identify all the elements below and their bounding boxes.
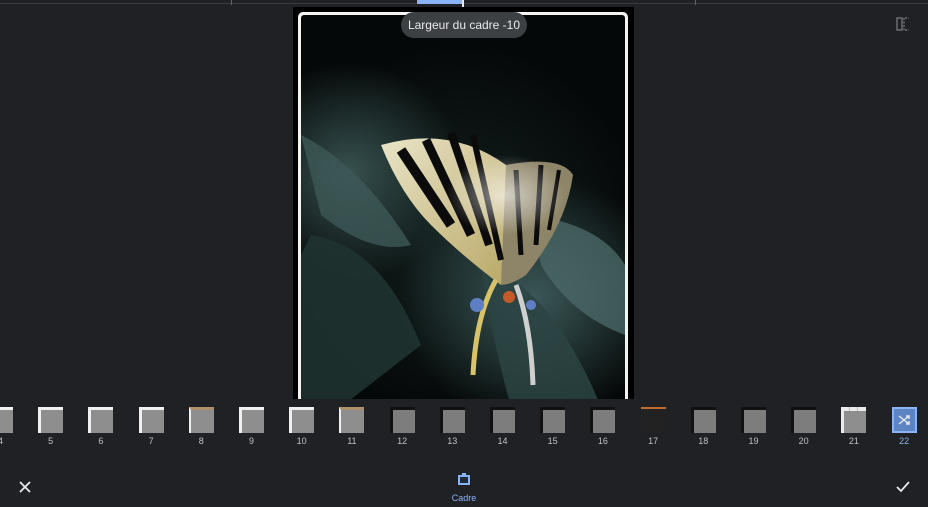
frame-option[interactable]: 7	[136, 405, 172, 451]
frame-number: 12	[397, 436, 408, 446]
frame-number: 14	[497, 436, 508, 446]
parameter-chip: Largeur du cadre -10	[401, 12, 527, 38]
frame-thumbnail	[38, 407, 64, 433]
frame-option[interactable]: 14	[487, 405, 523, 451]
frame-thumbnail	[640, 407, 666, 433]
frame-number: 5	[48, 436, 54, 446]
slider-fill	[417, 0, 463, 4]
apply-button[interactable]	[892, 476, 914, 498]
frame-thumbnail	[138, 407, 164, 433]
frame-number: 16	[597, 436, 608, 446]
frame-option[interactable]: 19	[738, 405, 774, 451]
frame-option[interactable]: 4	[0, 405, 21, 451]
frame-thumbnail	[490, 407, 515, 433]
bottom-toolbar: Cadre	[0, 454, 928, 507]
frame-number: 11	[347, 436, 357, 446]
frame-option[interactable]: 17	[638, 405, 674, 451]
frame-option[interactable]: 15	[537, 405, 573, 451]
frame-number: 18	[698, 436, 709, 446]
butterfly-photo	[301, 15, 625, 399]
frame-style-strip[interactable]: 4 5 6 7 8 9 10 11 12 13 14 15 16 17 18 19 20 21 22	[0, 399, 928, 454]
check-icon	[896, 481, 910, 493]
frame-thumbnail	[239, 407, 264, 433]
frame-option[interactable]: 6	[85, 405, 121, 451]
butterfly-illustration	[301, 131, 625, 399]
photo-frame-border	[298, 12, 628, 399]
frame-thumbnail	[0, 407, 13, 433]
compare-icon	[896, 17, 909, 31]
frame-number: 19	[748, 436, 759, 446]
frame-option[interactable]: 20	[788, 405, 824, 451]
photo-preview[interactable]	[293, 7, 634, 399]
compare-button[interactable]	[893, 14, 913, 34]
frame-number: 21	[848, 436, 859, 446]
frame-number: 9	[248, 436, 254, 446]
frame-thumbnail	[841, 407, 867, 433]
frame-thumbnail	[188, 407, 214, 433]
frame-option[interactable]: 18	[688, 405, 724, 451]
frame-number: 15	[547, 436, 558, 446]
frame-option[interactable]: 16	[587, 405, 623, 451]
frame-option[interactable]: 8	[186, 405, 222, 451]
cancel-button[interactable]	[14, 476, 36, 498]
frame-thumbnail	[289, 407, 315, 433]
frame-number: 17	[648, 436, 659, 446]
frame-option[interactable]: 21	[838, 405, 874, 451]
frame-number: 8	[198, 436, 204, 446]
close-icon	[19, 481, 31, 493]
frame-number: 20	[798, 436, 809, 446]
frame-option[interactable]: 11	[336, 405, 372, 451]
frame-number: 22	[899, 436, 910, 446]
frame-option[interactable]: 22	[889, 405, 925, 451]
frame-thumbnail	[88, 407, 114, 433]
slider-tick	[231, 0, 232, 5]
slider-tick	[695, 0, 696, 5]
frame-thumbnail	[891, 407, 917, 433]
shuffle-icon	[898, 415, 910, 425]
frame-width-slider[interactable]	[0, 0, 928, 8]
frame-icon	[458, 473, 470, 485]
slider-track	[0, 3, 928, 4]
frame-option[interactable]: 10	[286, 405, 322, 451]
frame-thumbnail	[741, 407, 766, 433]
frame-number: 10	[296, 436, 307, 446]
frame-option[interactable]: 9	[236, 405, 272, 451]
frame-thumbnail	[690, 407, 716, 433]
frame-option[interactable]: 12	[387, 405, 423, 451]
frame-thumbnail	[590, 407, 616, 433]
frame-option[interactable]: 13	[437, 405, 473, 451]
frame-number: 13	[447, 436, 458, 446]
frame-option[interactable]: 5	[35, 405, 71, 451]
frame-thumbnail	[791, 407, 817, 433]
frame-number: 6	[98, 436, 104, 446]
tab-frame-tool[interactable]: Cadre	[440, 472, 488, 506]
frame-number: 4	[0, 436, 3, 446]
frame-thumbnail	[540, 407, 566, 433]
frame-thumbnail	[389, 407, 415, 433]
frame-thumbnail	[439, 407, 465, 433]
frame-number: 7	[148, 436, 154, 446]
tool-label: Cadre	[451, 493, 477, 503]
frame-thumbnail	[339, 407, 365, 433]
